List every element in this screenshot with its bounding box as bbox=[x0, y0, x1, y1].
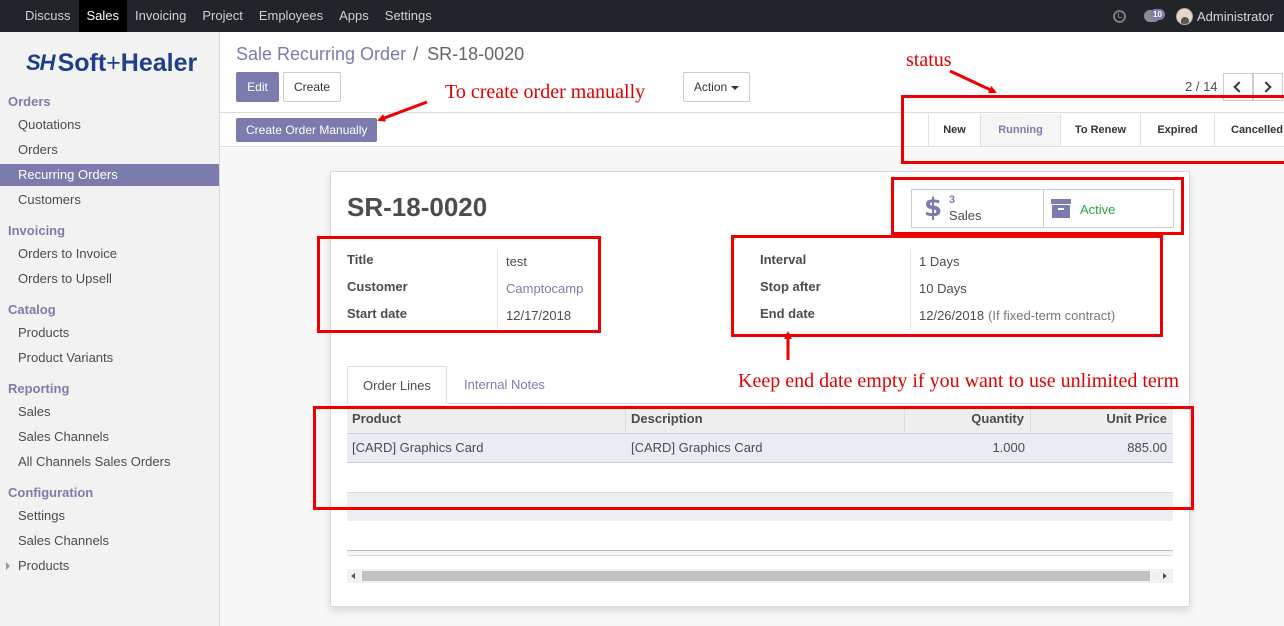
annotation-box-smart-buttons bbox=[891, 177, 1184, 235]
annotation-manual-text: To create order manually bbox=[445, 81, 646, 103]
breadcrumb-current: SR-18-0020 bbox=[427, 44, 525, 64]
sidebar-item-quotations[interactable]: Quotations bbox=[0, 114, 219, 136]
menu-sales[interactable]: Sales bbox=[78, 0, 128, 32]
create-order-manually-button[interactable]: Create Order Manually bbox=[236, 118, 378, 142]
action-dropdown[interactable]: Action bbox=[683, 72, 750, 102]
annotation-box-left-fields bbox=[317, 236, 601, 333]
action-label: Action bbox=[693, 80, 728, 94]
sidebar-item-sales-channels[interactable]: Sales Channels bbox=[0, 426, 219, 448]
sidebar-item-customers[interactable]: Customers bbox=[0, 189, 219, 211]
user-menu[interactable]: Administrator bbox=[1197, 9, 1284, 24]
annotation-box-status bbox=[901, 95, 1284, 164]
sidebar-item-config-products[interactable]: Products bbox=[0, 555, 219, 577]
sidebar-item-orders-to-upsell[interactable]: Orders to Upsell bbox=[0, 268, 219, 290]
menu-invoicing[interactable]: Invoicing bbox=[127, 0, 194, 32]
breadcrumb: Sale Recurring Order / SR-18-0020 bbox=[236, 44, 524, 65]
sidebar-section-orders: Orders bbox=[8, 94, 51, 109]
logo-text: Soft+Healer bbox=[57, 48, 198, 77]
sidebar-item-orders[interactable]: Orders bbox=[0, 139, 219, 161]
menu-discuss[interactable]: Discuss bbox=[17, 0, 79, 32]
main-menu: Discuss Sales Invoicing Project Employee… bbox=[17, 0, 440, 32]
chevron-right-icon bbox=[1260, 81, 1272, 93]
sidebar-item-recurring-orders[interactable]: Recurring Orders bbox=[0, 164, 219, 186]
sidebar-item-products[interactable]: Products bbox=[0, 322, 219, 344]
breadcrumb-separator: / bbox=[413, 44, 419, 64]
sidebar-item-sales[interactable]: Sales bbox=[0, 401, 219, 423]
tab-order-lines[interactable]: Order Lines bbox=[347, 366, 447, 404]
annotation-status-text: status bbox=[906, 49, 952, 71]
sidebar-item-settings[interactable]: Settings bbox=[0, 505, 219, 527]
sidebar-item-orders-to-invoice[interactable]: Orders to Invoice bbox=[0, 243, 219, 265]
table-footer bbox=[347, 550, 1173, 556]
top-navbar: Discuss Sales Invoicing Project Employee… bbox=[0, 0, 1284, 32]
scrollbar-thumb[interactable] bbox=[362, 571, 1150, 581]
user-avatar[interactable] bbox=[1176, 7, 1193, 25]
sidebar-section-configuration: Configuration bbox=[8, 485, 94, 500]
annotation-end-date-text: Keep end date empty if you want to use u… bbox=[738, 370, 1179, 392]
caret-down-icon bbox=[731, 85, 740, 90]
scroll-left-icon[interactable] bbox=[351, 573, 355, 579]
sidebar-section-reporting: Reporting bbox=[8, 381, 70, 396]
sidebar-item-all-channels-sales-orders[interactable]: All Channels Sales Orders bbox=[0, 451, 219, 473]
breadcrumb-parent[interactable]: Sale Recurring Order bbox=[236, 44, 406, 64]
scroll-right-icon[interactable] bbox=[1163, 573, 1167, 579]
sidebar-item-config-sales-channels[interactable]: Sales Channels bbox=[0, 530, 219, 552]
messages-icon[interactable]: 10 bbox=[1144, 9, 1165, 22]
expand-caret-icon[interactable] bbox=[6, 562, 10, 570]
sidebar-item-config-products-label: Products bbox=[18, 558, 70, 573]
edit-button[interactable]: Edit bbox=[236, 72, 279, 102]
logo-mark: SH bbox=[26, 50, 56, 75]
activity-clock-icon[interactable] bbox=[1113, 9, 1126, 23]
menu-apps[interactable]: Apps bbox=[331, 0, 377, 32]
pager-value[interactable]: 2 / 14 bbox=[1185, 79, 1218, 94]
sidebar-item-product-variants[interactable]: Product Variants bbox=[0, 347, 219, 369]
menu-project[interactable]: Project bbox=[194, 0, 250, 32]
sidebar-section-invoicing: Invoicing bbox=[8, 223, 66, 238]
record-name: SR-18-0020 bbox=[347, 192, 488, 222]
status-arrow bbox=[949, 69, 997, 94]
softhealer-logo: SH Soft+Healer bbox=[26, 48, 198, 77]
create-button[interactable]: Create bbox=[283, 72, 341, 102]
chevron-left-icon bbox=[1233, 81, 1245, 93]
sidebar-section-catalog: Catalog bbox=[8, 302, 56, 317]
menu-settings[interactable]: Settings bbox=[377, 0, 440, 32]
horizontal-scrollbar[interactable] bbox=[347, 569, 1173, 583]
systray: 10 Administrator bbox=[1113, 0, 1284, 32]
annotation-box-right-fields bbox=[731, 235, 1163, 337]
messages-badge: 10 bbox=[1150, 9, 1165, 20]
tab-internal-notes[interactable]: Internal Notes bbox=[449, 366, 560, 404]
menu-employees[interactable]: Employees bbox=[251, 0, 331, 32]
annotation-box-order-lines bbox=[313, 406, 1194, 510]
